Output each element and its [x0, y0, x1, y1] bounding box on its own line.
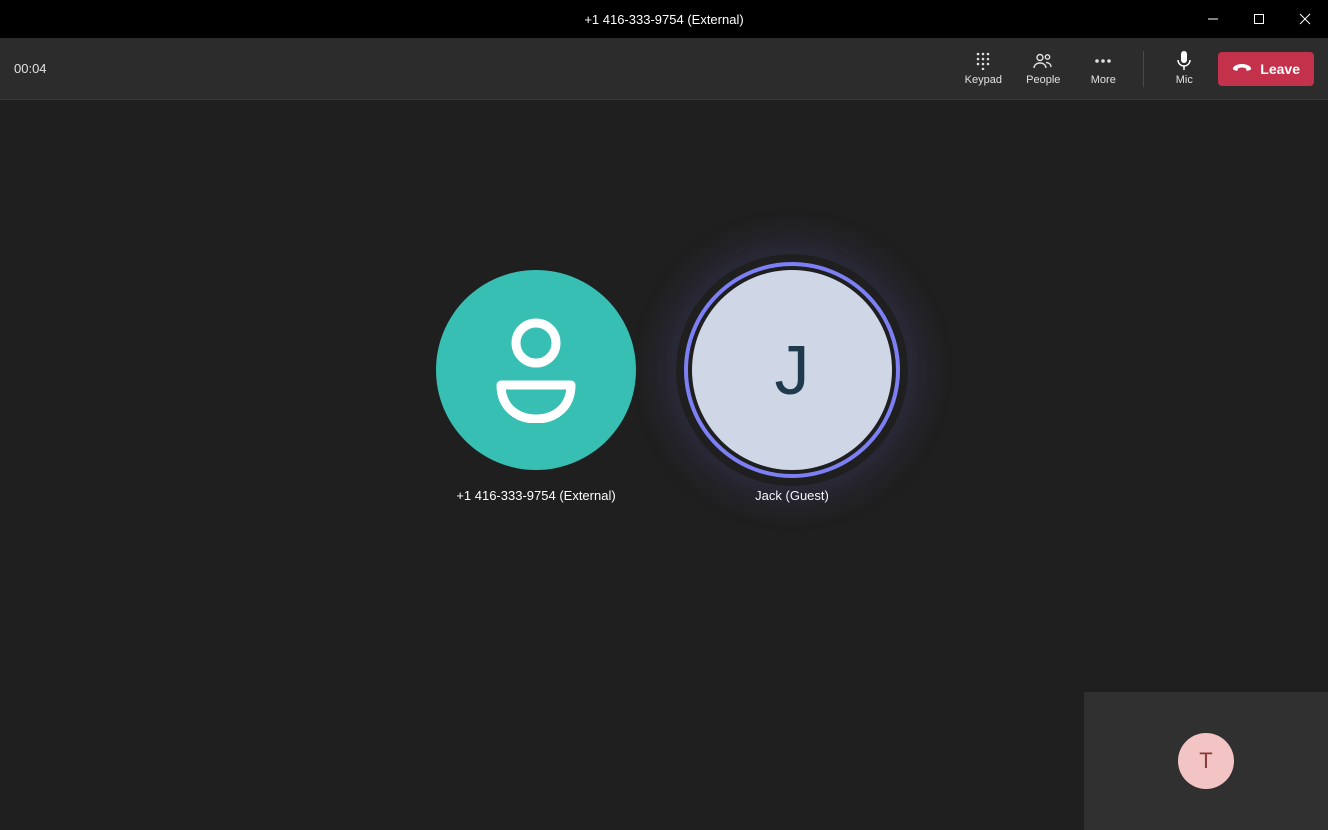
more-label: More	[1091, 74, 1116, 86]
avatar	[436, 270, 636, 470]
participant-tile[interactable]: +1 416-333-9754 (External)	[436, 270, 636, 503]
toolbar-right: Keypad People More	[957, 42, 1314, 96]
people-label: People	[1026, 74, 1060, 86]
participant-name: Jack (Guest)	[755, 488, 829, 503]
minimize-icon	[1207, 13, 1219, 25]
participants-row: +1 416-333-9754 (External) J Jack (Guest…	[0, 270, 1328, 503]
leave-label: Leave	[1260, 61, 1300, 77]
people-icon	[1033, 51, 1053, 71]
mic-label: Mic	[1176, 74, 1193, 86]
window-titlebar: +1 416-333-9754 (External)	[0, 0, 1328, 38]
participant-tile[interactable]: J Jack (Guest)	[692, 270, 892, 503]
window-controls	[1190, 0, 1328, 38]
minimize-button[interactable]	[1190, 0, 1236, 38]
person-icon	[486, 313, 586, 428]
people-button[interactable]: People	[1017, 42, 1069, 96]
self-avatar-initial: T	[1199, 748, 1212, 774]
mic-icon	[1177, 51, 1191, 71]
self-view[interactable]: T	[1084, 692, 1328, 830]
keypad-icon	[975, 51, 991, 71]
self-avatar: T	[1178, 733, 1234, 789]
keypad-button[interactable]: Keypad	[957, 42, 1009, 96]
keypad-label: Keypad	[965, 74, 1002, 86]
close-icon	[1299, 13, 1311, 25]
avatar: J	[692, 270, 892, 470]
more-button[interactable]: More	[1077, 42, 1129, 96]
hangup-icon	[1232, 61, 1252, 77]
call-toolbar: 00:04 Keypad	[0, 38, 1328, 100]
call-timer: 00:04	[14, 61, 47, 76]
call-stage: +1 416-333-9754 (External) J Jack (Guest…	[0, 100, 1328, 830]
window-title: +1 416-333-9754 (External)	[0, 12, 1328, 27]
participant-name: +1 416-333-9754 (External)	[456, 488, 615, 503]
avatar-initial: J	[775, 330, 810, 410]
mic-button[interactable]: Mic	[1158, 42, 1210, 96]
close-button[interactable]	[1282, 0, 1328, 38]
toolbar-divider	[1143, 51, 1144, 87]
maximize-button[interactable]	[1236, 0, 1282, 38]
maximize-icon	[1253, 13, 1265, 25]
more-icon	[1094, 51, 1112, 71]
leave-button[interactable]: Leave	[1218, 52, 1314, 86]
